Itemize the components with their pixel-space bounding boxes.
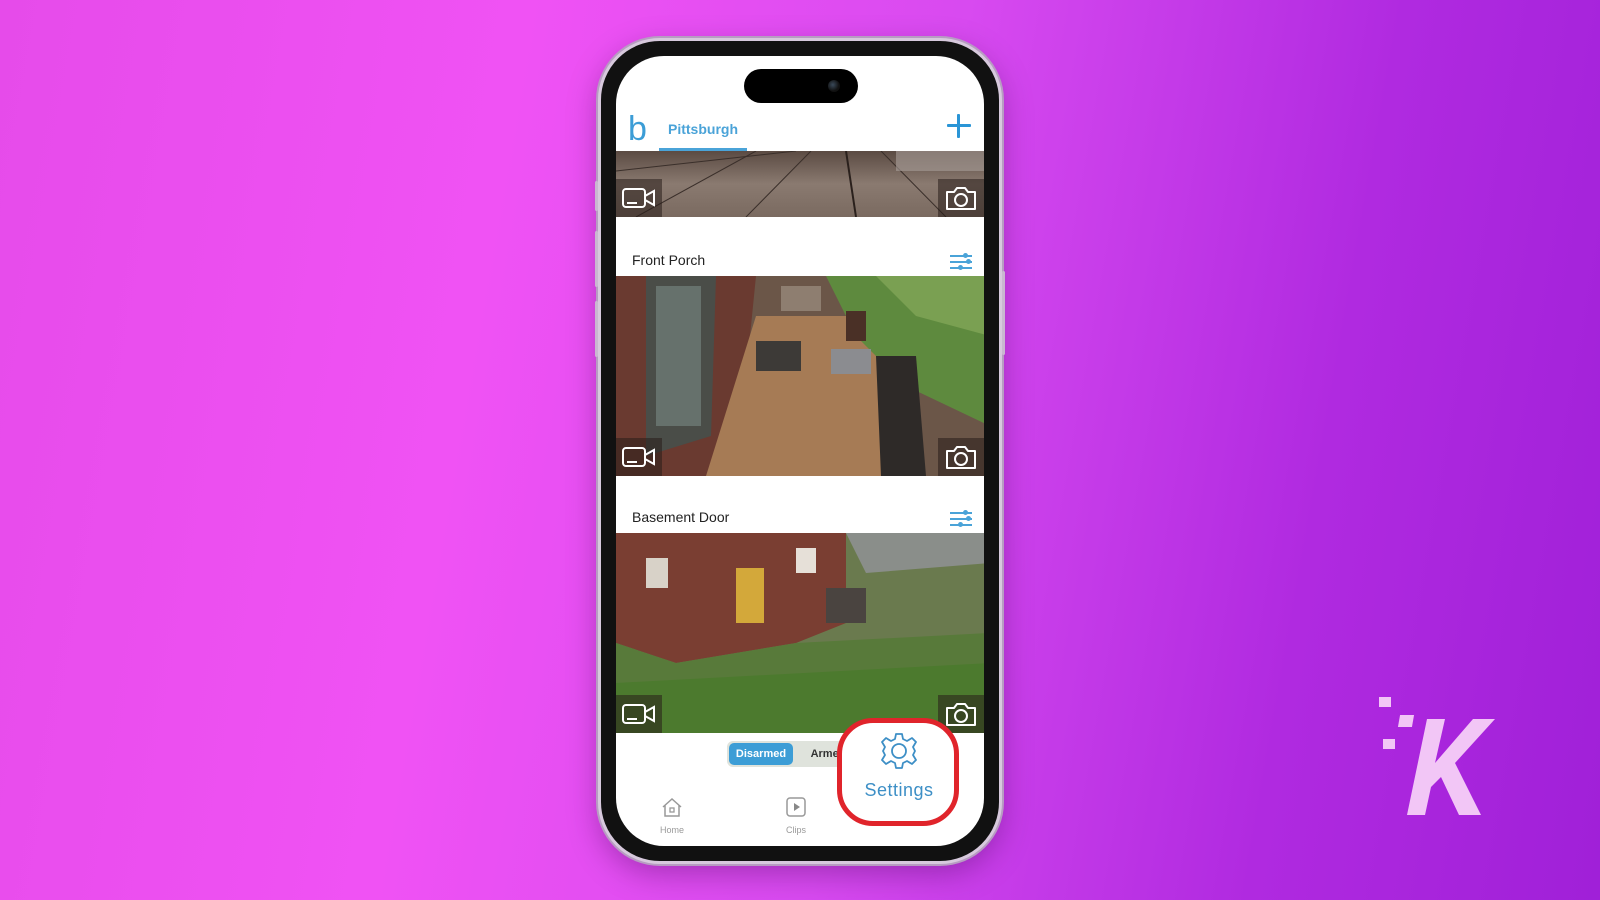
video-clip-icon — [622, 188, 655, 208]
camera-feed-front-porch[interactable] — [616, 276, 984, 476]
front-camera-lens — [828, 80, 840, 92]
play-icon — [786, 797, 806, 817]
nav-home-label: Home — [659, 825, 684, 835]
watermark-k-logo — [1379, 697, 1505, 825]
front-porch-image — [616, 276, 984, 476]
basement-door-image — [616, 533, 984, 733]
camera-feed-1[interactable] — [616, 151, 984, 217]
snapshot-camera-icon — [946, 187, 976, 210]
phone-volume-down — [595, 301, 598, 357]
phone-volume-up — [595, 231, 598, 287]
nav-settings[interactable]: Settings — [851, 731, 947, 801]
tab-location[interactable]: Pittsburgh — [659, 111, 747, 151]
snapshot-button-2[interactable] — [938, 438, 984, 476]
gear-icon — [881, 733, 917, 769]
app-logo: b — [628, 110, 647, 148]
logo-dot — [1379, 697, 1391, 707]
camera-name: Basement Door — [632, 509, 730, 525]
k-letter-icon — [1407, 719, 1495, 815]
nav-settings-label: Settings — [864, 780, 934, 800]
sliders-icon[interactable] — [950, 509, 972, 527]
phone-power-button — [1002, 271, 1005, 355]
video-clip-button-2[interactable] — [616, 438, 662, 476]
camera-header-basement-door: Basement Door — [616, 503, 984, 533]
dynamic-island — [744, 69, 858, 103]
top-bar: b Pittsburgh — [616, 111, 984, 151]
snapshot-camera-icon — [946, 446, 976, 469]
camera-feed-basement-door[interactable] — [616, 533, 984, 733]
add-device-button[interactable] — [946, 113, 972, 139]
tab-location-label: Pittsburgh — [668, 121, 738, 137]
nav-clips[interactable]: Clips — [776, 796, 816, 835]
video-clip-icon — [622, 447, 655, 467]
video-clip-icon — [622, 704, 655, 724]
disarmed-option[interactable]: Disarmed — [729, 743, 793, 765]
deck-boards-image — [616, 151, 984, 217]
nav-home[interactable]: Home — [652, 796, 692, 835]
sliders-icon[interactable] — [950, 252, 972, 270]
video-clip-button-1[interactable] — [616, 179, 662, 217]
snapshot-button-1[interactable] — [938, 179, 984, 217]
home-icon — [662, 797, 682, 817]
phone-frame: b Pittsburgh Front Porch Basement Door D… — [595, 38, 1005, 864]
camera-name: Front Porch — [632, 252, 706, 268]
camera-header-front-porch: Front Porch — [616, 246, 984, 276]
video-clip-button-3[interactable] — [616, 695, 662, 733]
logo-dot — [1383, 739, 1395, 749]
snapshot-camera-icon — [946, 703, 976, 726]
phone-action-button — [595, 181, 598, 211]
nav-clips-label: Clips — [785, 825, 806, 835]
